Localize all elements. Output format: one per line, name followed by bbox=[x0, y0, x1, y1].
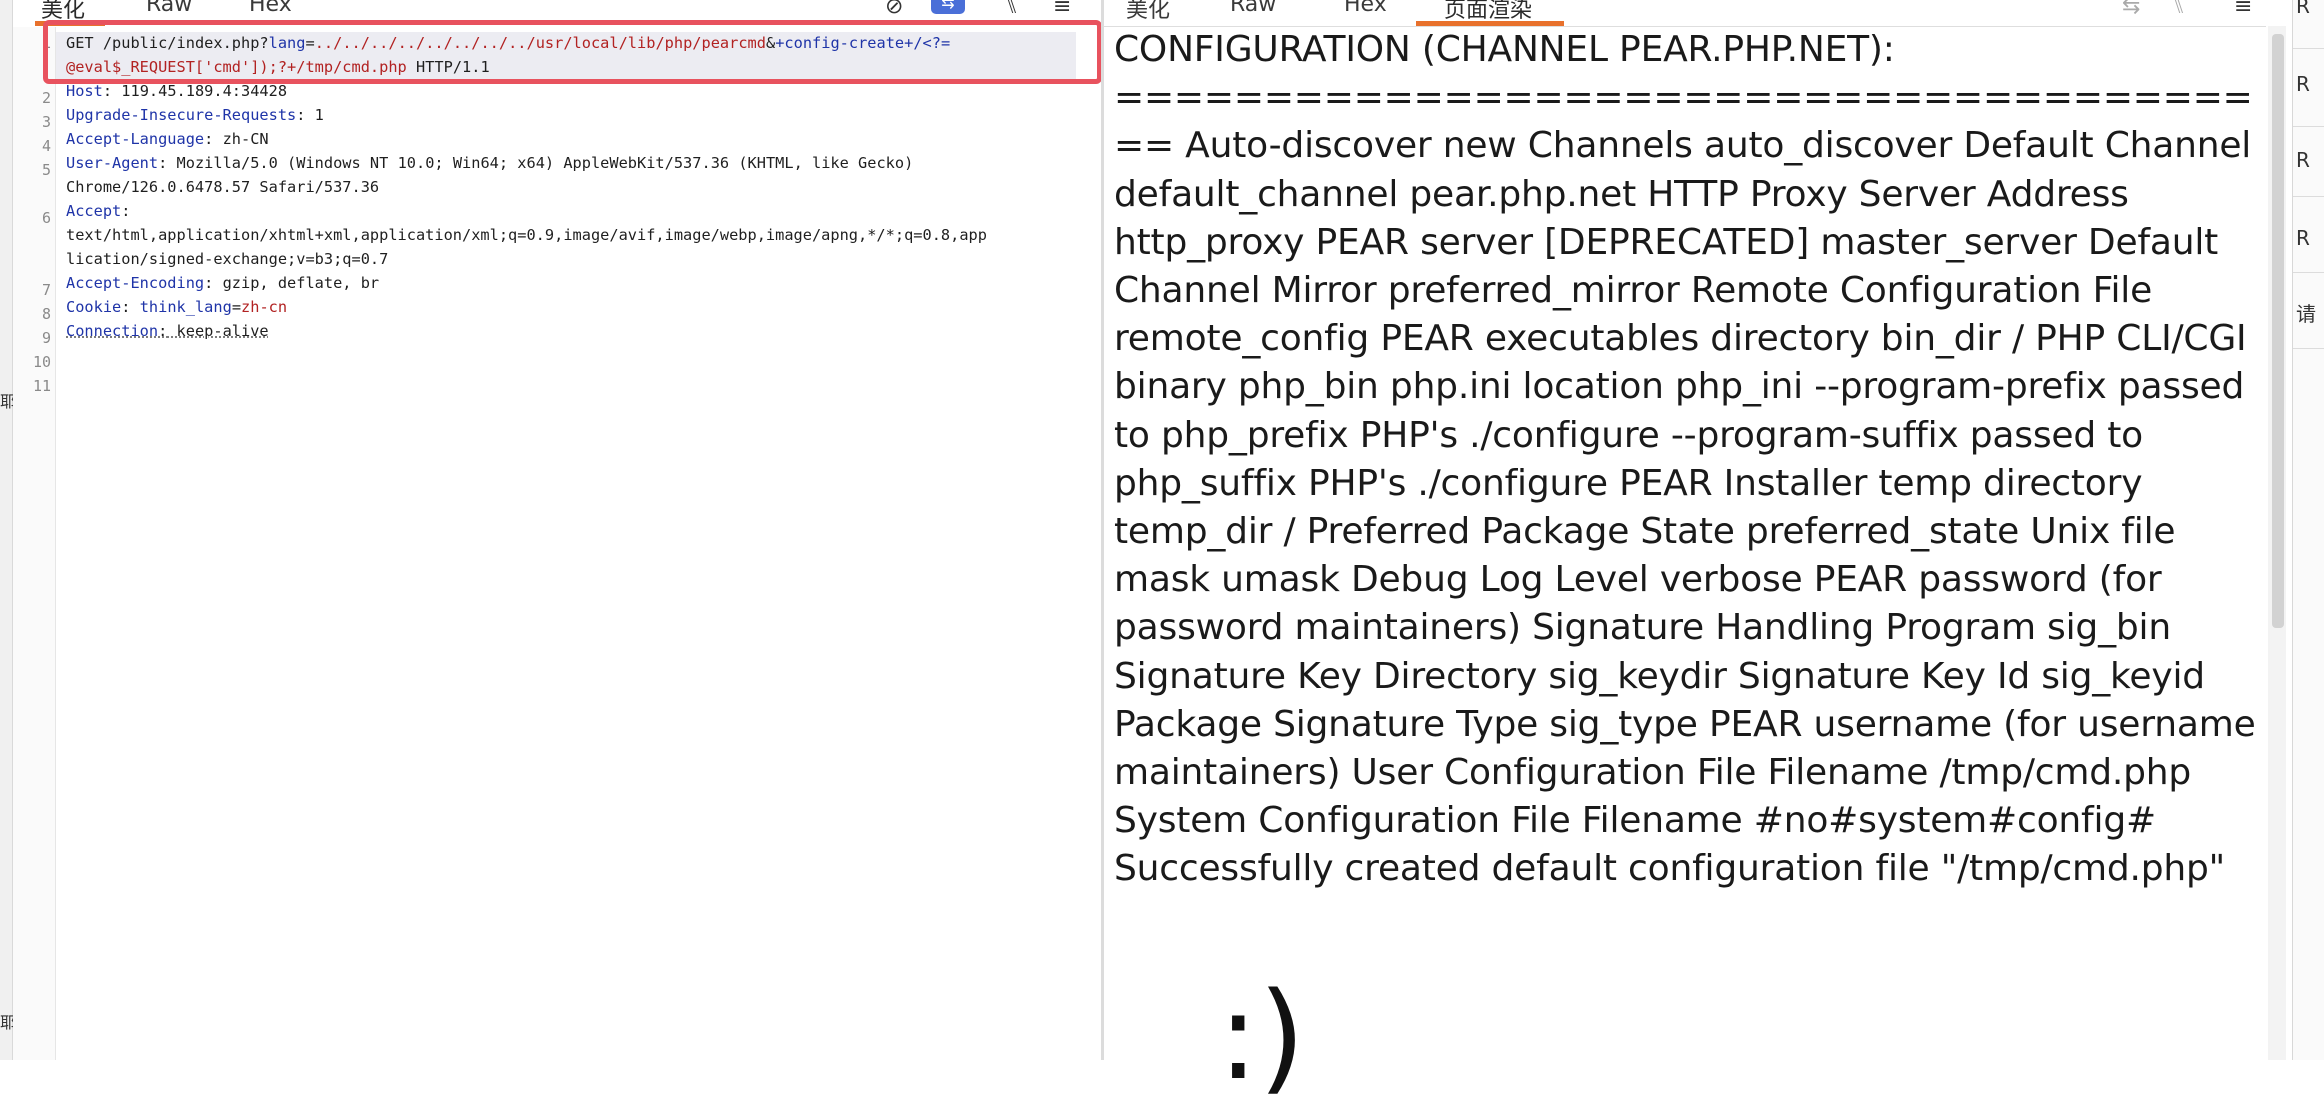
tab-raw[interactable]: Raw bbox=[146, 0, 192, 17]
header-accept[interactable]: Accept: bbox=[66, 199, 130, 223]
line-number: 6 bbox=[41, 209, 51, 227]
cookie-key: think_lang bbox=[139, 298, 232, 316]
line-number: 4 bbox=[41, 137, 51, 155]
line-number: 9 bbox=[41, 329, 51, 347]
header-accept-value[interactable]: text/html,application/xhtml+xml,applicat… bbox=[66, 223, 987, 247]
cookie-equals: = bbox=[231, 298, 242, 316]
tab-hex[interactable]: Hex bbox=[1344, 0, 1387, 17]
header-cookie[interactable]: Cookie: think_lang=zh-cn bbox=[66, 295, 287, 319]
sidebar-divider bbox=[2293, 196, 2324, 197]
sidebar-item[interactable]: R bbox=[2296, 226, 2324, 250]
header-upgrade-insecure-requests[interactable]: Upgrade-Insecure-Requests: 1 bbox=[66, 103, 324, 127]
newline-icon[interactable]: ⑊ bbox=[1005, 0, 1018, 19]
header-value: Chrome/126.0.6478.57 Safari/537.36 bbox=[66, 178, 380, 196]
response-scroll-thumb[interactable] bbox=[2272, 34, 2284, 628]
smiley-face: :) bbox=[1218, 968, 1306, 1107]
sidebar-item[interactable]: R bbox=[2296, 72, 2324, 96]
header-name: User-Agent bbox=[66, 154, 159, 172]
sidebar-item[interactable]: 请 bbox=[2296, 298, 2324, 327]
header-accept-language[interactable]: Accept-Language: zh-CN bbox=[66, 127, 269, 151]
highlight-annotation-box bbox=[43, 20, 1102, 84]
tab-pretty[interactable]: 美化 bbox=[1126, 0, 1170, 24]
menu-icon[interactable]: ≡ bbox=[1053, 0, 1071, 19]
sidebar-divider bbox=[2293, 348, 2324, 349]
tab-hex[interactable]: Hex bbox=[249, 0, 292, 17]
line-number: 10 bbox=[32, 353, 51, 371]
newline-icon[interactable]: ⑊ bbox=[2172, 0, 2185, 19]
sidebar-divider bbox=[2293, 48, 2324, 49]
header-name: Accept-Encoding bbox=[66, 274, 205, 292]
line-number: 5 bbox=[41, 161, 51, 179]
eye-slash-icon[interactable]: ⊘ bbox=[885, 0, 903, 19]
header-connection[interactable]: Connection: keep-alive bbox=[66, 319, 269, 343]
header-value: 119.45.189.4:34428 bbox=[112, 82, 288, 100]
header-name: Upgrade-Insecure-Requests bbox=[66, 106, 297, 124]
wrap-icon[interactable]: ⇆ bbox=[2122, 0, 2140, 19]
sidebar-item[interactable]: R bbox=[2296, 0, 2324, 18]
header-name: Connection bbox=[66, 322, 159, 340]
line-number: 11 bbox=[32, 377, 51, 395]
wrap-toggle-icon[interactable]: ⇆ bbox=[931, 0, 965, 14]
tab-raw[interactable]: Raw bbox=[1230, 0, 1276, 17]
header-value: keep-alive bbox=[167, 322, 269, 340]
left-side-strip: 耶 耶 bbox=[0, 0, 16, 1060]
cookie-value: zh-cn bbox=[241, 298, 288, 316]
header-name: Accept-Language bbox=[66, 130, 205, 148]
header-accept-value-continued[interactable]: lication/signed-exchange;v=b3;q=0.7 bbox=[66, 247, 388, 271]
menu-icon[interactable]: ≡ bbox=[2234, 0, 2252, 19]
sidebar-divider bbox=[2293, 272, 2324, 273]
header-name: Cookie bbox=[66, 298, 122, 316]
rendered-response-text: CONFIGURATION (CHANNEL PEAR.PHP.NET): ==… bbox=[1114, 29, 2256, 890]
header-name: Accept bbox=[66, 202, 122, 220]
line-number: 2 bbox=[41, 89, 51, 107]
header-accept-encoding[interactable]: Accept-Encoding: gzip, deflate, br bbox=[66, 271, 379, 295]
header-value: zh-CN bbox=[213, 130, 269, 148]
line-number: 3 bbox=[41, 113, 51, 131]
line-number: 7 bbox=[41, 281, 51, 299]
line-number-gutter: 1 2 3 4 5 6 7 8 9 10 11 bbox=[13, 27, 56, 1060]
header-user-agent-continued[interactable]: Chrome/126.0.6478.57 Safari/537.36 bbox=[66, 175, 379, 199]
header-value: Mozilla/5.0 (Windows NT 10.0; Win64; x64… bbox=[167, 154, 914, 172]
sidebar-item[interactable]: R bbox=[2296, 148, 2324, 172]
cookie-space bbox=[130, 298, 139, 316]
header-value: 1 bbox=[305, 106, 324, 124]
header-value: lication/signed-exchange;v=b3;q=0.7 bbox=[66, 250, 389, 268]
header-value: gzip, deflate, br bbox=[213, 274, 380, 292]
line-number: 8 bbox=[41, 305, 51, 323]
sidebar-divider bbox=[2293, 126, 2324, 127]
header-name: Host bbox=[66, 82, 103, 100]
header-user-agent[interactable]: User-Agent: Mozilla/5.0 (Windows NT 10.0… bbox=[66, 151, 913, 175]
header-value: text/html,application/xhtml+xml,applicat… bbox=[66, 226, 987, 244]
